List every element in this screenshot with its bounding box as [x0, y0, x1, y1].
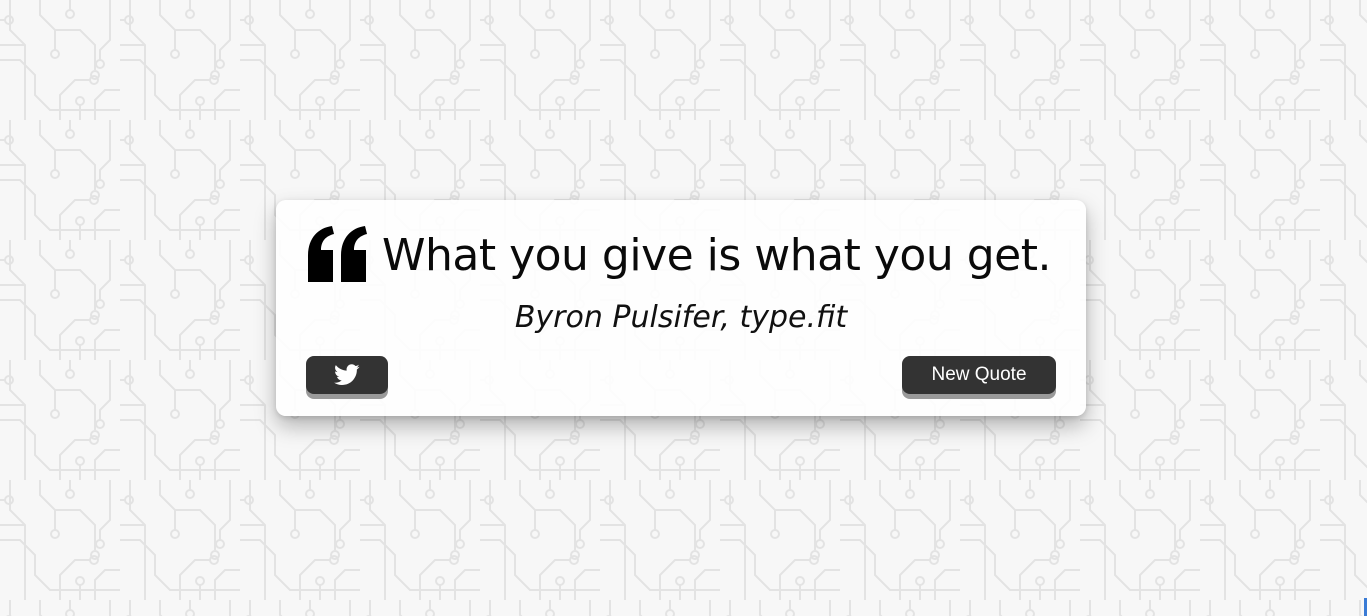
quote-card: What you give is what you get. Byron Pul…: [276, 200, 1086, 416]
quote-author: Byron Pulsifer, type.fit: [514, 300, 848, 335]
new-quote-button[interactable]: New Quote: [902, 356, 1056, 394]
tweet-quote-button[interactable]: [306, 356, 388, 394]
twitter-icon: [334, 364, 360, 385]
quote-left-icon: [306, 226, 370, 284]
quote-row: What you give is what you get.: [306, 222, 1066, 288]
quote-text: What you give is what you get.: [382, 229, 1051, 281]
